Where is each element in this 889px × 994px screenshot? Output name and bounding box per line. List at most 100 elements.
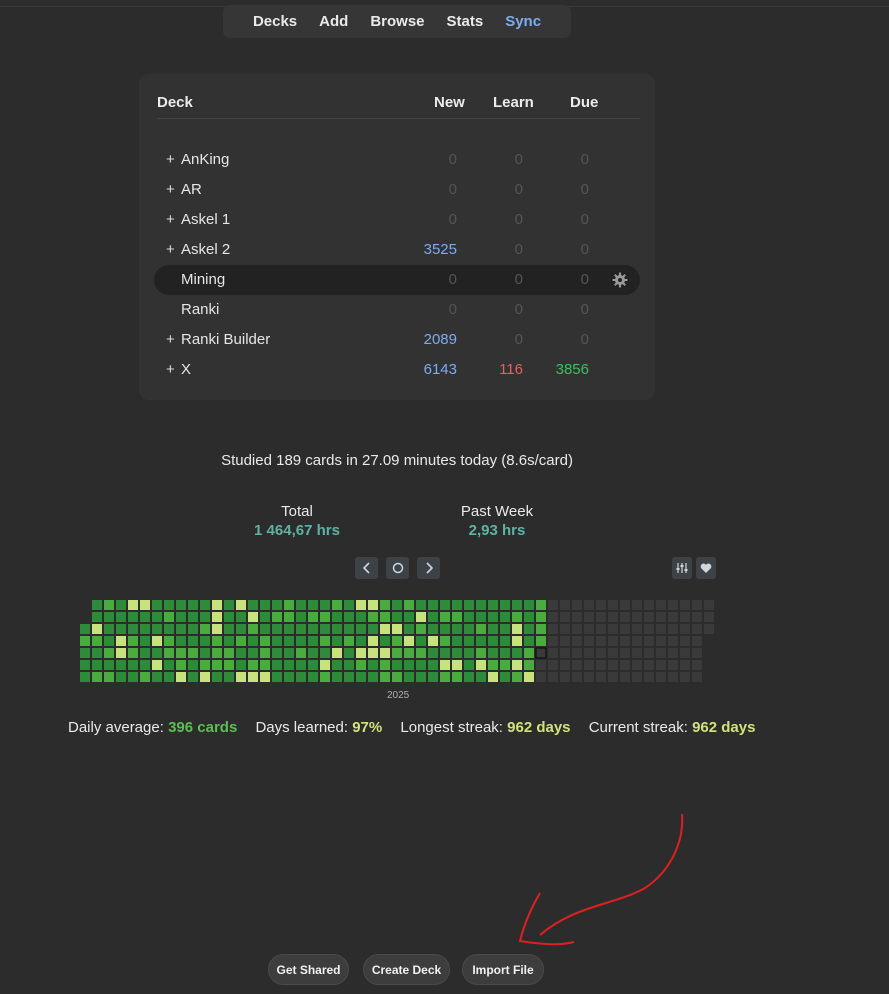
heatmap-day-cell[interactable] (380, 612, 390, 622)
heatmap-day-cell[interactable] (356, 672, 366, 682)
heatmap-day-cell[interactable] (440, 672, 450, 682)
heatmap-day-cell[interactable] (464, 600, 474, 610)
heatmap-day-cell[interactable] (128, 624, 138, 634)
heatmap-day-cell[interactable] (116, 672, 126, 682)
heatmap-day-cell[interactable] (524, 600, 534, 610)
heatmap-day-cell[interactable] (188, 624, 198, 634)
deck-name[interactable]: Mining (181, 265, 225, 295)
deck-row[interactable]: + AR 0 0 0 (154, 175, 640, 205)
heatmap-day-cell[interactable] (476, 648, 486, 658)
heatmap-day-cell[interactable] (572, 648, 582, 658)
heatmap-day-cell[interactable] (140, 648, 150, 658)
heatmap-day-cell[interactable] (668, 660, 678, 670)
heatmap-day-cell[interactable] (452, 624, 462, 634)
heatmap-day-cell[interactable] (560, 648, 570, 658)
heatmap-day-cell[interactable] (368, 600, 378, 610)
heatmap-day-cell[interactable] (368, 612, 378, 622)
heatmap-day-cell[interactable] (524, 660, 534, 670)
toolbar-decks[interactable]: Decks (242, 13, 308, 30)
heatmap-day-cell[interactable] (500, 600, 510, 610)
heatmap-day-cell[interactable] (380, 672, 390, 682)
heatmap-day-cell[interactable] (272, 660, 282, 670)
heatmap-day-cell[interactable] (668, 612, 678, 622)
heatmap-day-cell[interactable] (452, 612, 462, 622)
heatmap-day-cell[interactable] (404, 624, 414, 634)
heatmap-day-cell[interactable] (488, 648, 498, 658)
heatmap-day-cell[interactable] (584, 600, 594, 610)
heatmap-day-cell[interactable] (248, 636, 258, 646)
heatmap-day-cell[interactable] (464, 624, 474, 634)
heatmap-day-cell[interactable] (356, 612, 366, 622)
heatmap-day-cell[interactable] (356, 624, 366, 634)
heatmap-day-cell[interactable] (224, 672, 234, 682)
heatmap-day-cell[interactable] (620, 672, 630, 682)
heatmap-day-cell[interactable] (308, 612, 318, 622)
heatmap-day-cell[interactable] (416, 600, 426, 610)
heatmap-day-cell[interactable] (260, 624, 270, 634)
heatmap-day-cell[interactable] (416, 636, 426, 646)
heatmap-day-cell[interactable] (464, 672, 474, 682)
heatmap-day-cell[interactable] (524, 648, 534, 658)
heatmap-day-cell[interactable] (476, 612, 486, 622)
heatmap-day-cell[interactable] (236, 612, 246, 622)
heatmap-day-cell[interactable] (212, 648, 222, 658)
heatmap-day-cell[interactable] (260, 600, 270, 610)
heatmap-day-cell[interactable] (176, 648, 186, 658)
heatmap-day-cell[interactable] (524, 636, 534, 646)
heatmap-day-cell[interactable] (632, 600, 642, 610)
heatmap-prev-button[interactable] (355, 557, 378, 579)
heatmap-day-cell[interactable] (656, 672, 666, 682)
heatmap-day-cell[interactable] (320, 672, 330, 682)
heatmap-day-cell[interactable] (344, 648, 354, 658)
heatmap-day-cell[interactable] (404, 660, 414, 670)
deck-name[interactable]: Ranki Builder (181, 325, 270, 355)
heatmap-day-cell[interactable] (452, 648, 462, 658)
heatmap-day-cell[interactable] (308, 660, 318, 670)
heatmap-day-cell[interactable] (332, 660, 342, 670)
heatmap-day-cell[interactable] (608, 648, 618, 658)
heatmap-day-cell[interactable] (632, 660, 642, 670)
heatmap-day-cell[interactable] (236, 660, 246, 670)
heatmap-day-cell[interactable] (560, 672, 570, 682)
heatmap-day-cell[interactable] (236, 672, 246, 682)
heatmap-day-cell[interactable] (224, 660, 234, 670)
heatmap-day-cell[interactable] (596, 660, 606, 670)
heatmap-day-cell[interactable] (152, 600, 162, 610)
heatmap-day-cell[interactable] (176, 636, 186, 646)
heatmap-day-cell[interactable] (656, 660, 666, 670)
heatmap-day-cell[interactable] (608, 600, 618, 610)
heatmap-day-cell[interactable] (260, 636, 270, 646)
heatmap-day-cell[interactable] (236, 648, 246, 658)
heatmap-day-cell[interactable] (200, 612, 210, 622)
heatmap-day-cell[interactable] (476, 600, 486, 610)
heatmap-day-cell[interactable] (704, 600, 714, 610)
heatmap-day-cell[interactable] (152, 612, 162, 622)
heatmap-day-cell[interactable] (164, 636, 174, 646)
heatmap-day-cell[interactable] (428, 612, 438, 622)
heatmap-day-cell[interactable] (440, 600, 450, 610)
heatmap-day-cell[interactable] (104, 612, 114, 622)
heatmap-day-cell[interactable] (368, 660, 378, 670)
heatmap-day-cell[interactable] (128, 636, 138, 646)
heatmap-day-cell[interactable] (320, 612, 330, 622)
heatmap-day-cell[interactable] (164, 672, 174, 682)
heatmap-day-cell[interactable] (284, 660, 294, 670)
heatmap-day-cell[interactable] (692, 648, 702, 658)
heatmap-day-cell[interactable] (608, 660, 618, 670)
heatmap-day-cell[interactable] (668, 636, 678, 646)
toolbar-stats[interactable]: Stats (436, 13, 495, 30)
heatmap-day-cell[interactable] (152, 672, 162, 682)
heatmap-day-cell[interactable] (224, 624, 234, 634)
heatmap-day-cell[interactable] (644, 612, 654, 622)
heatmap-day-cell[interactable] (380, 648, 390, 658)
heatmap-day-cell[interactable] (176, 672, 186, 682)
heatmap-day-cell[interactable] (128, 600, 138, 610)
heatmap-day-cell[interactable] (104, 600, 114, 610)
heatmap-day-cell[interactable] (404, 672, 414, 682)
heatmap-day-cell[interactable] (80, 624, 90, 634)
heatmap-day-cell[interactable] (152, 660, 162, 670)
heatmap-day-cell[interactable] (464, 660, 474, 670)
deck-name[interactable]: Ranki (181, 295, 219, 325)
heatmap-day-cell[interactable] (500, 624, 510, 634)
heatmap-day-cell[interactable] (296, 600, 306, 610)
